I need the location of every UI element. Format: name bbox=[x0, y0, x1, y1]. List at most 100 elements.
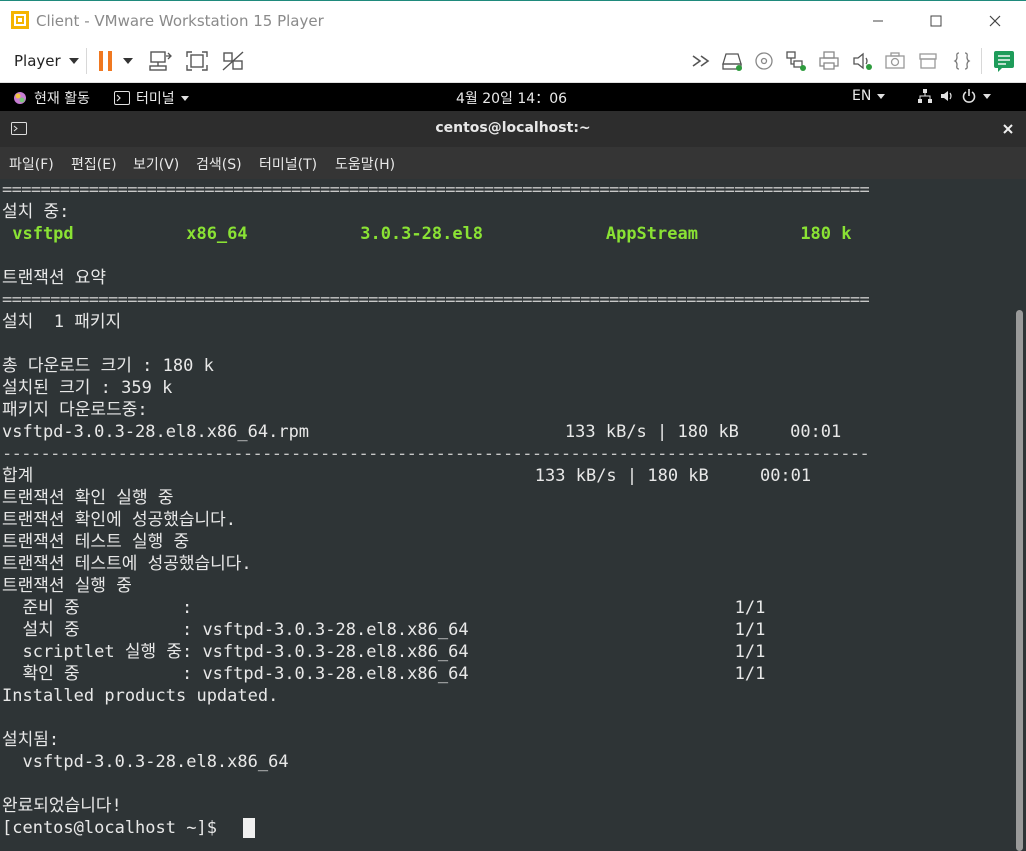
clock-button[interactable]: 4월 20일 14：06 bbox=[456, 88, 567, 108]
minimize-button[interactable] bbox=[855, 5, 901, 37]
terminal-line: 트랜잭션 테스트 실행 중 bbox=[2, 532, 190, 552]
terminal-line: 설치됨: bbox=[2, 730, 60, 750]
terminal-icon bbox=[114, 91, 130, 105]
hard-disk-icon bbox=[722, 53, 742, 71]
network-adapter-icon bbox=[786, 51, 806, 71]
menu-file[interactable]: 파일(F) bbox=[9, 154, 54, 174]
activities-button[interactable]: 현재 활동 bbox=[12, 88, 90, 108]
terminal-line: 설치된 크기 : 359 k bbox=[2, 378, 173, 398]
unity-button[interactable] bbox=[219, 48, 247, 74]
vmware-titlebar: Client - VMware Workstation 15 Player bbox=[0, 0, 1026, 40]
power-icon bbox=[962, 89, 976, 103]
cd-dvd-button[interactable] bbox=[750, 48, 778, 74]
device-options-button[interactable] bbox=[948, 48, 976, 74]
terminal-header-bar: centos@localhost:~ bbox=[0, 111, 1026, 147]
full-screen-button[interactable] bbox=[183, 48, 211, 74]
window-title: Client - VMware Workstation 15 Player bbox=[36, 12, 324, 30]
menu-view[interactable]: 보기(V) bbox=[133, 154, 179, 174]
toolbar-divider bbox=[981, 48, 982, 74]
terminal-line: vsftpd-3.0.3-28.el8.x86_64.rpm 133 kB/s … bbox=[2, 422, 842, 442]
toolbar-divider bbox=[86, 48, 87, 74]
menu-help[interactable]: 도움말(H) bbox=[335, 154, 395, 174]
terminal-line: vsftpd-3.0.3-28.el8.x86_64 bbox=[2, 752, 289, 772]
app-menu-label: 터미널 bbox=[136, 91, 175, 107]
terminal-line: vsftpd x86_64 3.0.3-28.el8 AppStream 180… bbox=[2, 224, 852, 244]
chevron-down-icon bbox=[180, 95, 189, 101]
chevron-down-icon bbox=[983, 93, 991, 99]
terminal-line: 확인 중 : vsftpd-3.0.3-28.el8.x86_64 1/1 bbox=[2, 664, 766, 684]
sound-card-button[interactable] bbox=[848, 48, 876, 74]
unity-icon bbox=[222, 51, 244, 71]
maximize-icon bbox=[930, 15, 942, 27]
close-button[interactable] bbox=[972, 5, 1018, 37]
terminal-line: 트랜잭션 확인 실행 중 bbox=[2, 488, 174, 508]
clock-label: 4월 20일 14：06 bbox=[456, 91, 568, 107]
network-icon bbox=[918, 89, 932, 103]
terminal-line: ========================================… bbox=[2, 180, 870, 200]
terminal-line: 설치 중 : vsftpd-3.0.3-28.el8.x86_64 1/1 bbox=[2, 620, 766, 640]
text-cursor bbox=[243, 818, 255, 838]
terminal-line: 설치 1 패키지 bbox=[2, 312, 122, 332]
printer-button[interactable] bbox=[815, 48, 843, 74]
more-devices-button[interactable] bbox=[688, 48, 716, 74]
printer-icon bbox=[819, 51, 839, 70]
pause-button[interactable] bbox=[92, 48, 120, 74]
terminal-line: 합계 133 kB/s | 180 kB 00:01 bbox=[2, 466, 812, 486]
gnome-top-bar: 현재 활동 터미널 4월 20일 14：06 EN bbox=[0, 83, 1026, 111]
camera-button[interactable] bbox=[881, 48, 909, 74]
chevron-down-icon bbox=[68, 58, 79, 64]
archive-icon bbox=[919, 53, 937, 69]
terminal-line: ========================================… bbox=[2, 290, 870, 310]
close-icon bbox=[1003, 124, 1013, 134]
pause-icon bbox=[99, 51, 112, 71]
terminal-close-button[interactable] bbox=[998, 119, 1018, 139]
camera-icon bbox=[885, 52, 905, 69]
terminal-line: 트랜잭션 실행 중 bbox=[2, 576, 132, 596]
activities-icon bbox=[14, 92, 26, 104]
terminal-line: 준비 중 : 1/1 bbox=[2, 598, 766, 618]
ctrl-alt-del-icon bbox=[149, 51, 172, 71]
app-menu-button[interactable]: 터미널 bbox=[114, 88, 189, 108]
terminal-line: 트랜잭션 요약 bbox=[2, 268, 107, 288]
terminal-line: 트랜잭션 테스트에 성공했습니다. bbox=[2, 554, 252, 574]
chevron-down-icon bbox=[877, 93, 886, 99]
fullscreen-icon bbox=[186, 51, 208, 71]
terminal-line: 완료되었습니다! bbox=[2, 796, 122, 816]
activities-label: 현재 활동 bbox=[34, 91, 90, 107]
send-ctrl-alt-del-button[interactable] bbox=[146, 48, 174, 74]
player-menu-label: Player bbox=[14, 52, 61, 70]
vmware-app-icon bbox=[11, 11, 29, 29]
double-chevron-icon bbox=[692, 55, 710, 67]
terminal-line: Installed products updated. bbox=[2, 686, 279, 706]
scrollbar-thumb[interactable] bbox=[1016, 310, 1023, 851]
message-log-button[interactable] bbox=[990, 48, 1018, 74]
chevron-down-icon bbox=[123, 58, 133, 64]
terminal-line: ----------------------------------------… bbox=[2, 444, 870, 464]
system-menu-button[interactable] bbox=[917, 88, 991, 104]
terminal-line: scriptlet 실행 중: vsftpd-3.0.3-28.el8.x86_… bbox=[2, 642, 766, 662]
maximize-button[interactable] bbox=[913, 5, 959, 37]
hard-disk-button[interactable] bbox=[718, 48, 746, 74]
terminal-line: 설치 중: bbox=[2, 202, 70, 222]
vmware-toolbar: Player bbox=[0, 40, 1026, 83]
terminal-menubar: 파일(F) 편집(E) 보기(V) 검색(S) 터미널(T) 도움말(H) bbox=[0, 147, 1026, 179]
message-log-icon bbox=[994, 51, 1014, 72]
terminal-output[interactable]: ========================================… bbox=[0, 179, 1014, 851]
input-method-button[interactable]: EN bbox=[852, 88, 886, 104]
cd-dvd-icon bbox=[755, 52, 773, 70]
player-menu-button[interactable]: Player bbox=[6, 46, 87, 76]
network-adapter-button[interactable] bbox=[782, 48, 810, 74]
speaker-icon bbox=[853, 52, 872, 70]
braces-icon bbox=[953, 52, 971, 70]
pause-options-button[interactable] bbox=[118, 48, 138, 74]
volume-icon bbox=[941, 91, 952, 101]
menu-edit[interactable]: 편집(E) bbox=[71, 154, 117, 174]
menu-terminal[interactable]: 터미널(T) bbox=[259, 154, 317, 174]
close-icon bbox=[989, 15, 1001, 27]
menu-search[interactable]: 검색(S) bbox=[196, 154, 242, 174]
minimize-icon bbox=[873, 20, 883, 22]
terminal-line: 총 다운로드 크기 : 180 k bbox=[2, 356, 214, 376]
terminal-line: 패키지 다운로드중: bbox=[2, 400, 148, 420]
usb-device-button[interactable] bbox=[914, 48, 942, 74]
language-label: EN bbox=[852, 88, 872, 104]
